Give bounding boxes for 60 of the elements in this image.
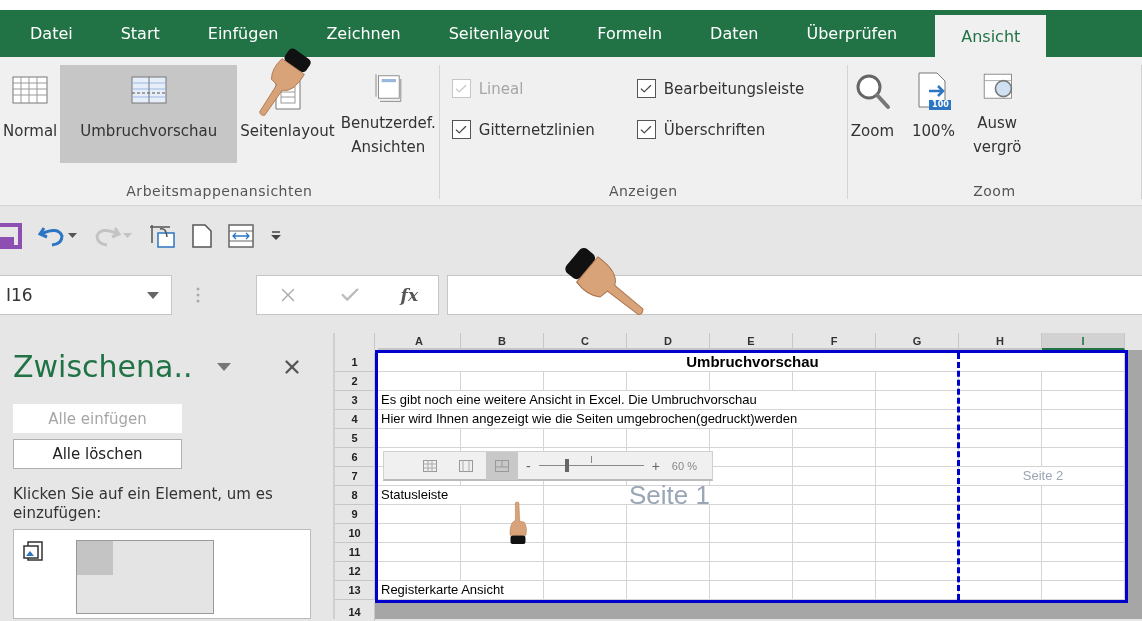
page-label: Seite 2	[959, 467, 1125, 486]
caret-icon[interactable]	[216, 362, 231, 371]
view-button[interactable]: Umbruchvorschau	[60, 65, 238, 163]
checkbox[interactable]: Gitternetzlinien	[451, 120, 637, 139]
group-label: Zoom	[972, 182, 1017, 199]
column-header[interactable]: A	[378, 333, 461, 350]
name-box[interactable]: I16	[0, 275, 172, 315]
column-header[interactable]: G	[876, 333, 959, 350]
formula-input[interactable]	[447, 275, 1142, 315]
image-copy-icon	[22, 539, 46, 564]
caret-icon[interactable]	[68, 233, 77, 239]
ribbon-tab[interactable]: Formeln	[573, 10, 687, 57]
page-columns-icon	[459, 459, 473, 472]
customize-caret-icon[interactable]	[270, 231, 282, 241]
cell-text: Umbruchvorschau	[378, 353, 1125, 372]
ribbon-tab[interactable]: Überprüfen	[782, 10, 922, 57]
ribbon-tab[interactable]: Ansicht	[935, 15, 1047, 57]
column-header[interactable]: F	[793, 333, 876, 350]
ribbon-tab[interactable]: Zeichnen	[302, 10, 425, 57]
view-button[interactable]	[486, 451, 518, 480]
view-button[interactable]: Normal	[0, 65, 61, 163]
ribbon-tab[interactable]: Start	[96, 10, 184, 57]
cell-text: Es gibt noch eine weitere Ansicht in Excel. Die Umbruchvorschau	[378, 391, 876, 410]
clipboard-item[interactable]	[13, 528, 311, 619]
ribbon-tab[interactable]: Seitenlayout	[424, 10, 574, 57]
view-button[interactable]: Ausw vergrö	[969, 65, 1025, 163]
column-header[interactable]: D	[627, 333, 710, 350]
column-header[interactable]: E	[710, 333, 793, 350]
slider-thumb[interactable]	[565, 459, 569, 472]
column-header[interactable]: H	[959, 333, 1042, 350]
grip-dots-icon	[196, 287, 200, 303]
pane-button[interactable]: Alle löschen	[13, 439, 182, 469]
cell-text: Registerkarte Ansicht	[378, 581, 544, 600]
row-header[interactable]: 14	[335, 603, 375, 621]
caret-icon[interactable]	[147, 291, 159, 299]
zoom-out-button[interactable]: -	[522, 457, 535, 474]
column-header[interactable]: C	[544, 333, 627, 350]
page-label: Seite 1	[544, 486, 793, 505]
view-button[interactable]: Zoom	[847, 65, 897, 163]
blank-page-icon[interactable]	[192, 224, 212, 248]
column-header[interactable]: B	[461, 333, 544, 350]
page-break-icon	[495, 459, 509, 472]
zoom-in-button[interactable]: +	[647, 457, 664, 474]
instruction-text: Klicken Sie auf ein Element, um es einzufügen:	[13, 484, 274, 523]
view-button[interactable]: Benutzerdef. Ansichten	[337, 65, 439, 163]
ribbon-tab[interactable]: Einfügen	[183, 10, 303, 57]
group-label: Anzeigen	[607, 182, 679, 199]
save-icon[interactable]	[0, 223, 22, 249]
view-button[interactable]: 100 100%	[909, 65, 958, 163]
ribbon-tab[interactable]: Daten	[686, 10, 783, 57]
checkbox[interactable]: Überschriften	[636, 120, 847, 139]
insert-function-button[interactable]: fx	[400, 285, 419, 305]
frame-arrow-icon[interactable]	[148, 223, 176, 249]
checkbox[interactable]: Bearbeitungsleiste	[636, 79, 847, 98]
group-label: Arbeitsmappenansichten	[125, 182, 314, 199]
grid-icon	[423, 459, 437, 472]
ribbon-tab[interactable]: Datei	[6, 10, 97, 57]
cell-text: Hier wird Ihnen angezeigt wie die Seiten umgebrochen(gedruckt)werden	[378, 410, 876, 429]
pane-title: Zwischena..	[13, 349, 193, 385]
column-header[interactable]: I	[1042, 333, 1125, 350]
